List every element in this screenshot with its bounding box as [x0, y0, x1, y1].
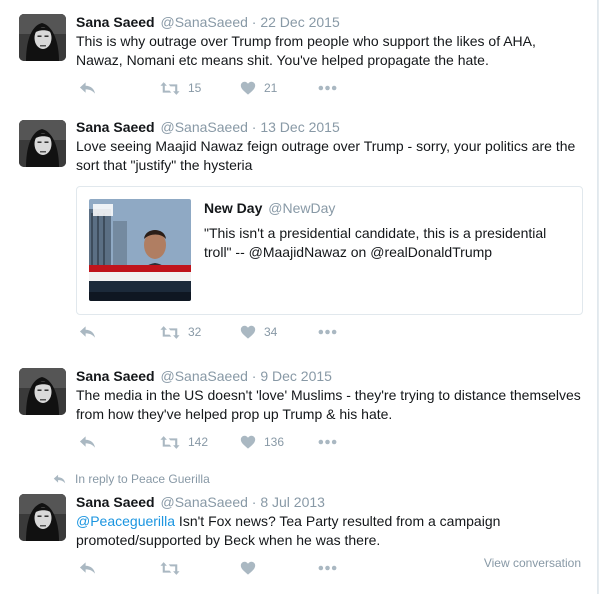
reply-icon — [79, 325, 96, 339]
avatar-image — [19, 120, 66, 167]
avatar-image — [19, 368, 66, 415]
reply-button[interactable] — [79, 432, 96, 452]
retweet-count: 15 — [188, 81, 202, 95]
like-button[interactable] — [240, 558, 256, 578]
tweet-header: Sana Saeed @SanaSaeed · 9 Dec 2015 — [76, 367, 332, 385]
reply-icon — [79, 435, 96, 449]
retweet-icon — [160, 325, 180, 340]
tweet[interactable]: Sana Saeed @SanaSaeed · 13 Dec 2015 Love… — [0, 108, 597, 356]
video-thumbnail — [89, 199, 191, 301]
tweet-timeline: Sana Saeed @SanaSaeed · 22 Dec 2015 This… — [0, 0, 598, 594]
user-name[interactable]: Sana Saeed — [76, 494, 155, 510]
quoted-tweet-image — [89, 199, 191, 301]
reply-button[interactable] — [79, 78, 96, 98]
reply-icon — [79, 561, 96, 575]
quoted-tweet[interactable]: New Day @NewDay "This isn't a presidenti… — [76, 186, 583, 315]
avatar[interactable] — [19, 368, 66, 415]
reply-context-icon — [53, 474, 66, 484]
like-icon — [240, 325, 256, 339]
separator: · — [251, 368, 257, 384]
like-count: 34 — [264, 325, 278, 339]
avatar[interactable] — [19, 14, 66, 61]
user-name[interactable]: Sana Saeed — [76, 368, 155, 384]
reply-icon — [79, 81, 96, 95]
separator: · — [251, 119, 257, 135]
like-icon — [240, 435, 256, 449]
retweet-count: 142 — [188, 435, 209, 449]
more-button[interactable] — [318, 322, 337, 342]
more-icon — [318, 329, 337, 335]
avatar[interactable] — [19, 120, 66, 167]
user-name[interactable]: Sana Saeed — [76, 14, 155, 30]
more-icon — [318, 85, 337, 91]
like-count: 136 — [264, 435, 285, 449]
separator: · — [251, 494, 257, 510]
like-count: 21 — [264, 81, 278, 95]
quoted-user-name[interactable]: New Day — [204, 200, 262, 216]
retweet-count: 32 — [188, 325, 202, 339]
quoted-tweet-header: New Day @NewDay — [204, 200, 335, 216]
tweet-text: @Peaceguerilla Isn't Fox news? Tea Party… — [76, 512, 586, 549]
tweet-date[interactable]: 9 Dec 2015 — [260, 368, 332, 384]
like-button[interactable]: 21 — [240, 78, 277, 98]
retweet-button[interactable]: 15 — [160, 78, 201, 98]
retweet-icon — [160, 435, 180, 450]
retweet-icon — [160, 561, 180, 576]
tweet-text: The media in the US doesn't 'love' Musli… — [76, 387, 581, 422]
quoted-tweet-text: "This isn't a presidential candidate, th… — [204, 225, 547, 260]
tweet-header: Sana Saeed @SanaSaeed · 22 Dec 2015 — [76, 13, 340, 31]
reply-context-label: In reply to Peace Guerilla — [75, 472, 210, 486]
reply-button[interactable] — [79, 558, 96, 578]
tweet-date[interactable]: 22 Dec 2015 — [260, 14, 339, 30]
avatar-image — [19, 494, 66, 541]
avatar[interactable] — [19, 494, 66, 541]
like-icon — [240, 81, 256, 95]
retweet-icon — [160, 81, 180, 96]
tweet-header: Sana Saeed @SanaSaeed · 8 Jul 2013 — [76, 493, 325, 511]
user-handle[interactable]: @SanaSaeed — [161, 368, 248, 384]
quoted-user-handle[interactable]: @NewDay — [268, 200, 335, 216]
user-handle[interactable]: @SanaSaeed — [161, 119, 248, 135]
like-icon — [240, 561, 256, 575]
like-button[interactable]: 34 — [240, 322, 277, 342]
more-icon — [318, 439, 337, 445]
tweet-text: This is why outrage over Trump from peop… — [76, 33, 536, 68]
tweet[interactable]: In reply to Peace Guerilla Sana Saeed @S… — [0, 463, 597, 594]
tweet[interactable]: Sana Saeed @SanaSaeed · 9 Dec 2015 The m… — [0, 355, 597, 464]
user-name[interactable]: Sana Saeed — [76, 119, 155, 135]
user-handle[interactable]: @SanaSaeed — [161, 494, 248, 510]
like-button[interactable]: 136 — [240, 432, 284, 452]
more-icon — [318, 565, 337, 571]
reply-context[interactable]: In reply to Peace Guerilla — [53, 472, 210, 486]
more-button[interactable] — [318, 432, 337, 452]
more-button[interactable] — [318, 78, 337, 98]
retweet-button[interactable]: 142 — [160, 432, 208, 452]
user-handle[interactable]: @SanaSaeed — [161, 14, 248, 30]
retweet-button[interactable] — [160, 558, 180, 578]
tweet-date[interactable]: 13 Dec 2015 — [260, 119, 339, 135]
tweet-date[interactable]: 8 Jul 2013 — [260, 494, 325, 510]
tweet-text: Love seeing Maajid Nawaz feign outrage o… — [76, 138, 576, 173]
retweet-button[interactable]: 32 — [160, 322, 201, 342]
avatar-image — [19, 14, 66, 61]
more-button[interactable] — [318, 558, 337, 578]
tweet[interactable]: Sana Saeed @SanaSaeed · 22 Dec 2015 This… — [0, 0, 597, 109]
separator: · — [251, 14, 257, 30]
tweet-header: Sana Saeed @SanaSaeed · 13 Dec 2015 — [76, 118, 340, 136]
reply-button[interactable] — [79, 322, 96, 342]
view-conversation-link[interactable]: View conversation — [484, 556, 581, 570]
mention-link[interactable]: @Peaceguerilla — [76, 513, 175, 529]
